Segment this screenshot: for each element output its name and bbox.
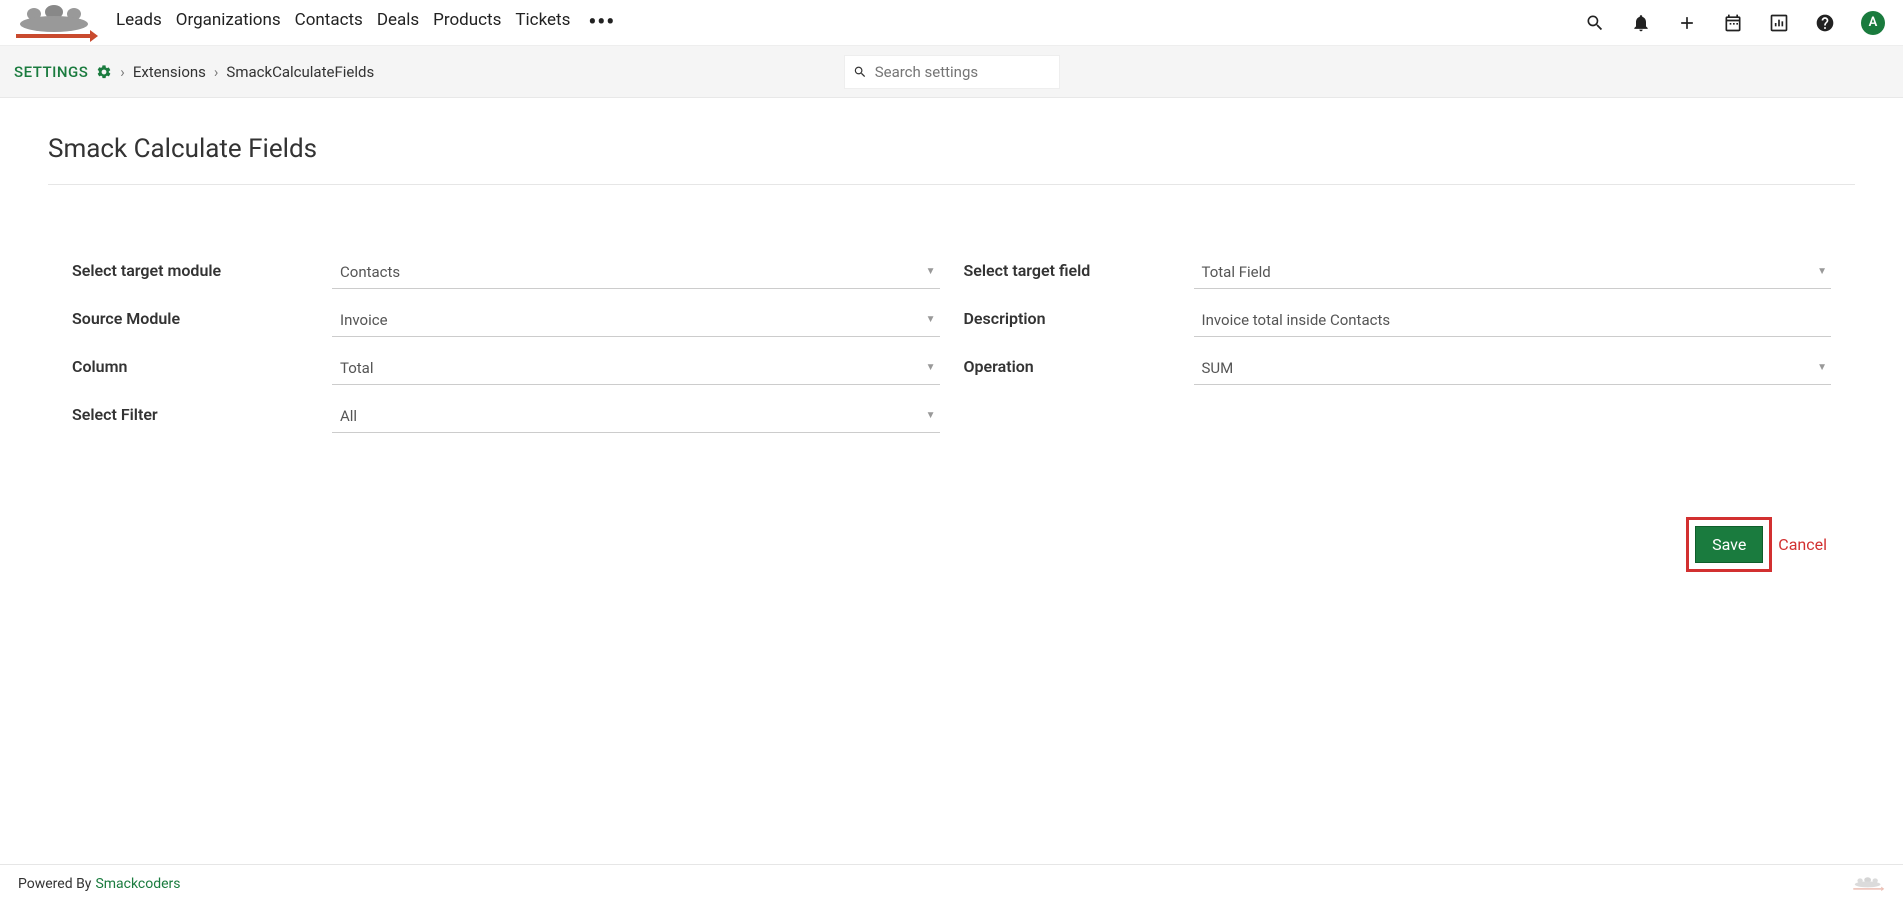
nav-deals[interactable]: Deals bbox=[377, 10, 419, 35]
nav-items: Leads Organizations Contacts Deals Produ… bbox=[116, 10, 615, 35]
source-module-value: Invoice bbox=[332, 311, 388, 329]
nav-leads[interactable]: Leads bbox=[116, 10, 162, 35]
top-nav: Leads Organizations Contacts Deals Produ… bbox=[0, 0, 1903, 46]
search-settings[interactable] bbox=[844, 55, 1060, 89]
left-column: Select target module Contacts ▼ Source M… bbox=[72, 255, 964, 447]
chevron-down-icon: ▼ bbox=[1817, 362, 1827, 373]
column-select[interactable]: Total ▼ bbox=[332, 351, 940, 385]
operation-value: SUM bbox=[1194, 359, 1234, 377]
target-field-select[interactable]: Total Field ▼ bbox=[1194, 255, 1832, 289]
save-button[interactable]: Save bbox=[1695, 526, 1763, 563]
target-module-select[interactable]: Contacts ▼ bbox=[332, 255, 940, 289]
filter-label: Select Filter bbox=[72, 399, 332, 424]
description-label: Description bbox=[964, 303, 1194, 328]
target-field-label: Select target field bbox=[964, 255, 1194, 280]
target-module-label: Select target module bbox=[72, 255, 332, 280]
form-area: Select target module Contacts ▼ Source M… bbox=[48, 255, 1855, 447]
calendar-icon[interactable] bbox=[1723, 13, 1743, 33]
avatar[interactable]: A bbox=[1861, 11, 1885, 35]
search-icon[interactable] bbox=[1585, 13, 1605, 33]
plus-icon[interactable] bbox=[1677, 13, 1697, 33]
description-input[interactable] bbox=[1194, 303, 1832, 337]
breadcrumb-extensions[interactable]: Extensions bbox=[133, 63, 206, 81]
source-module-label: Source Module bbox=[72, 303, 332, 328]
cancel-link[interactable]: Cancel bbox=[1778, 535, 1827, 554]
operation-select[interactable]: SUM ▼ bbox=[1194, 351, 1832, 385]
target-module-value: Contacts bbox=[332, 263, 400, 281]
save-highlight: Save bbox=[1686, 517, 1772, 572]
nav-organizations[interactable]: Organizations bbox=[176, 10, 281, 35]
nav-tickets[interactable]: Tickets bbox=[515, 10, 570, 35]
search-input[interactable] bbox=[875, 63, 1051, 81]
logo[interactable] bbox=[8, 3, 102, 43]
main: Smack Calculate Fields Select target mod… bbox=[0, 98, 1903, 572]
bell-icon[interactable] bbox=[1631, 13, 1651, 33]
nav-products[interactable]: Products bbox=[433, 10, 501, 35]
column-value: Total bbox=[332, 359, 374, 377]
page-title: Smack Calculate Fields bbox=[48, 134, 1855, 185]
chevron-down-icon: ▼ bbox=[926, 410, 936, 421]
right-column: Select target field Total Field ▼ Descri… bbox=[964, 255, 1856, 447]
target-field-value: Total Field bbox=[1194, 263, 1271, 281]
help-icon[interactable] bbox=[1815, 13, 1835, 33]
source-module-select[interactable]: Invoice ▼ bbox=[332, 303, 940, 337]
footer-brand-link[interactable]: Smackcoders bbox=[95, 876, 180, 892]
breadcrumb: SETTINGS › Extensions › SmackCalculateFi… bbox=[14, 63, 374, 81]
footer-powered: Powered By bbox=[18, 876, 91, 892]
search-icon-small bbox=[853, 64, 867, 80]
gear-icon[interactable] bbox=[96, 64, 112, 80]
operation-label: Operation bbox=[964, 351, 1194, 376]
chevron-down-icon: ▼ bbox=[926, 362, 936, 373]
breadcrumb-sep1: › bbox=[120, 63, 125, 81]
chevron-down-icon: ▼ bbox=[926, 314, 936, 325]
footer: Powered By Smackcoders bbox=[0, 864, 1903, 903]
filter-value: All bbox=[332, 407, 357, 425]
breadcrumb-settings[interactable]: SETTINGS bbox=[14, 63, 88, 81]
nav-contacts[interactable]: Contacts bbox=[295, 10, 363, 35]
sub-bar: SETTINGS › Extensions › SmackCalculateFi… bbox=[0, 46, 1903, 98]
filter-select[interactable]: All ▼ bbox=[332, 399, 940, 433]
nav-more-icon[interactable]: ••• bbox=[588, 10, 615, 35]
top-icons: A bbox=[1585, 11, 1881, 35]
footer-logo-icon bbox=[1851, 875, 1885, 893]
chart-icon[interactable] bbox=[1769, 13, 1789, 33]
breadcrumb-current: SmackCalculateFields bbox=[226, 63, 374, 81]
chevron-down-icon: ▼ bbox=[926, 266, 936, 277]
form-actions: Save Cancel bbox=[48, 517, 1855, 572]
chevron-down-icon: ▼ bbox=[1817, 266, 1827, 277]
column-label: Column bbox=[72, 351, 332, 376]
breadcrumb-sep2: › bbox=[214, 63, 219, 81]
